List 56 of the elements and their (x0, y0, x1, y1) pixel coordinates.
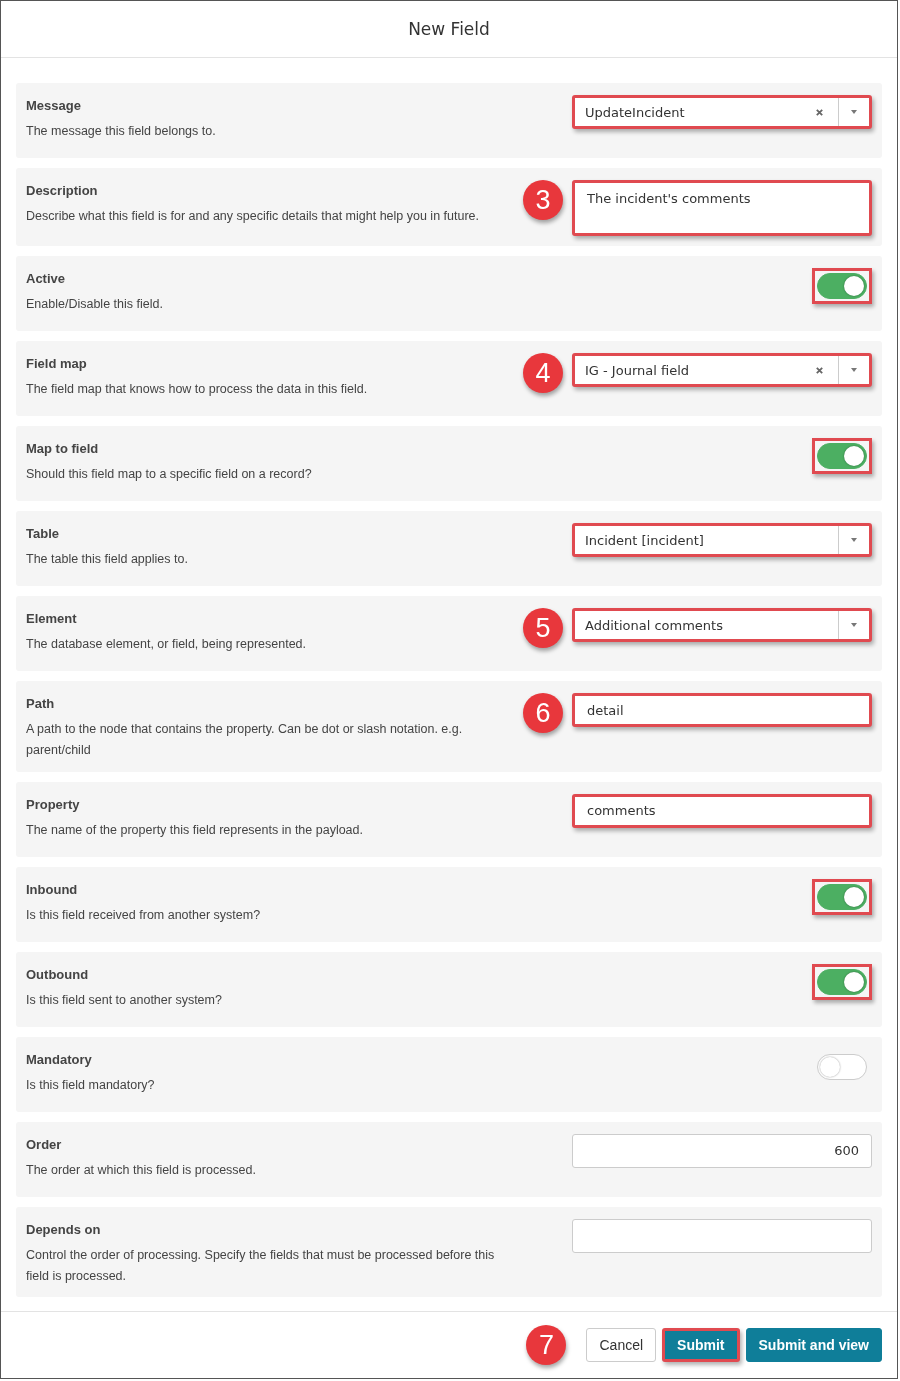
submit-button[interactable]: Submit (662, 1328, 740, 1362)
field-help: Enable/Disable this field. (26, 296, 164, 313)
caret-icon[interactable] (849, 622, 859, 628)
field-label: Outbound (26, 966, 90, 982)
submit-button[interactable]: Submit and view (745, 1328, 882, 1362)
toggle-switch[interactable] (812, 878, 872, 915)
select-field[interactable]: Incident [incident] (572, 523, 872, 557)
clear-icon[interactable] (815, 107, 824, 117)
field-help: Describe what this field is for and any specific details that might help you in future. (26, 208, 480, 225)
select-field[interactable]: UpdateIncident (572, 95, 872, 129)
toggle-switch[interactable] (812, 268, 872, 304)
field-help: Should this field map to a specific field on a record? (26, 466, 313, 483)
caret-icon[interactable] (849, 109, 859, 115)
select-field[interactable]: Additional comments (572, 608, 872, 642)
field-label: Element (26, 611, 78, 626)
field-label: Map to field (26, 441, 100, 456)
field-label: Path (26, 696, 56, 711)
dialog-title: New Field (408, 19, 490, 39)
field-help: The database element, or field, being represented. (26, 636, 308, 653)
field-help: Is this field received from another system? (26, 906, 262, 924)
field-label: Description (26, 183, 99, 198)
field-help: The order at which this field is processed. (26, 1161, 257, 1179)
caret-icon[interactable] (849, 367, 859, 373)
field-label: Field map (26, 356, 88, 371)
field-help: The field map that knows how to process the data in this field. (26, 381, 369, 398)
field-help: Is this field mandatory? (26, 1076, 156, 1094)
input-field[interactable]: comments (572, 793, 872, 828)
field-help: The name of the property this field represents in the payload. (26, 821, 364, 839)
field-label: Depends on (26, 1221, 102, 1237)
cancel-button[interactable]: Cancel (586, 1328, 657, 1362)
field-label: Table (26, 526, 60, 541)
step-number: 5 (523, 608, 563, 648)
field-label: Active (26, 271, 67, 286)
toggle-switch[interactable] (812, 438, 872, 474)
step-number: 3 (523, 180, 563, 220)
input-field[interactable] (572, 1218, 872, 1253)
step-number: 4 (523, 353, 563, 393)
input-field[interactable]: detail (572, 693, 872, 727)
step-number: 6 (523, 693, 563, 733)
step-number: 7 (526, 1325, 567, 1365)
field-label: Order (26, 1136, 63, 1152)
input-field[interactable]: 600 (572, 1133, 872, 1168)
field-help: Control the order of processing. Specify the fields that must be processed before this field is processed. (26, 1246, 496, 1285)
field-label: Inbound (26, 881, 79, 897)
caret-icon[interactable] (849, 537, 859, 543)
field-help: Is this field sent to another system? (26, 991, 223, 1009)
text-area[interactable]: The incident's comments (572, 180, 872, 236)
field-label: Mandatory (26, 1051, 93, 1067)
field-help: The table this field applies to. (26, 551, 189, 568)
select-field[interactable]: IG - Journal field (572, 353, 872, 387)
field-help: The message this field belongs to. (26, 123, 217, 140)
field-label: Message (26, 98, 82, 113)
field-label: Property (26, 796, 81, 812)
clear-icon[interactable] (815, 365, 824, 375)
field-help: A path to the node that contains the property. Can be dot or slash notation. e.g. parent/child (26, 721, 464, 760)
toggle-switch[interactable] (812, 963, 872, 1000)
